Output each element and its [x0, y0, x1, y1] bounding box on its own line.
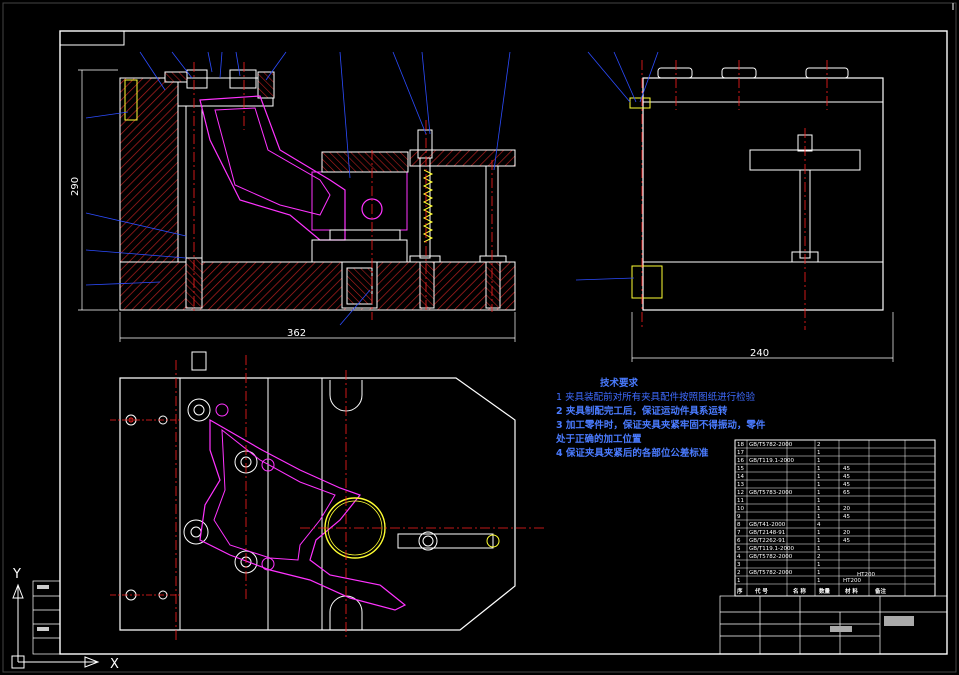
bom-row-no: 8 — [737, 522, 741, 528]
bom-row-material: 65 — [843, 490, 850, 496]
ucs-x-label: X — [110, 657, 119, 672]
bom-row-code: GB/T2148-91 — [749, 530, 785, 536]
dim-side-width: 240 — [750, 348, 769, 359]
bom-header-cell: 材 料 — [845, 587, 858, 595]
bom-header-cell: 序 — [736, 587, 743, 595]
tech-item-1: 1 夹具装配前对所有夹具配件按照图纸进行检验 — [556, 391, 756, 403]
bom-row-code: GB/T41-2000 — [749, 522, 786, 528]
bom-row-qty: 1 — [817, 466, 821, 472]
bom-row-no: 11 — [737, 498, 744, 504]
bom-header-cell: 备注 — [874, 587, 887, 595]
dim-front-width: 362 — [287, 328, 306, 339]
bom-row-material: 45 — [843, 466, 850, 472]
left-strip — [32, 580, 61, 655]
bom-row-material: HT200 — [843, 578, 861, 584]
tech-item-4: 4 保证夹具夹紧后的各部位公差标准 — [556, 447, 709, 459]
bom-row-qty: 1 — [817, 498, 821, 504]
bom-row-material: 45 — [843, 514, 850, 520]
bom-row-qty: 1 — [817, 490, 821, 496]
bom-row-qty: 1 — [817, 538, 821, 544]
bom-row-material: 45 — [843, 474, 850, 480]
bom-header-cell: 数量 — [819, 587, 831, 595]
bom-row-code: GB/T119.1-2000 — [749, 546, 794, 552]
bom-row-no: 18 — [737, 442, 744, 448]
bom-row-code: GB/T5782-2000 — [749, 442, 793, 448]
bom-row-qty: 1 — [817, 450, 821, 456]
bom-row-qty: 2 — [817, 442, 821, 448]
base-plate — [119, 261, 516, 311]
top-view — [110, 351, 545, 640]
bom-row-no: 15 — [737, 466, 744, 472]
bom-row-no: 7 — [737, 530, 741, 536]
bom-row-qty: 1 — [817, 546, 821, 552]
bom-row-material: 20 — [843, 506, 850, 512]
vertical-support — [119, 77, 179, 263]
tech-item-3b: 处于正确的加工位置 — [555, 433, 642, 445]
bom-row-qty: 4 — [817, 522, 821, 528]
bom-row-no: 3 — [737, 562, 741, 568]
bom-row-no: 4 — [737, 554, 741, 560]
bom-row-qty: 1 — [817, 514, 821, 520]
bom-row-code: GB/T119.1-2000 — [749, 458, 794, 464]
bom-row-qty: 1 — [817, 530, 821, 536]
bom-row-qty: 1 — [817, 482, 821, 488]
bom-row-no: 9 — [737, 514, 741, 520]
bom-row-qty: 1 — [817, 474, 821, 480]
bom-row-no: 12 — [737, 490, 744, 496]
bom-row-material: 45 — [843, 538, 850, 544]
bom-row-code: GB/T2262-91 — [749, 538, 785, 544]
ucs-icon: Y X — [11, 567, 119, 672]
ucs-y-label: Y — [12, 567, 21, 582]
title-block — [719, 595, 948, 655]
spring — [422, 169, 434, 243]
tech-title: 技术要求 — [600, 377, 639, 389]
bom-material-note: HT200 — [857, 572, 875, 578]
corner-tab — [59, 30, 125, 46]
bom-table: 18 GB/T5782-2000 217 116 GB/T119.1-2000 115 1 4… — [734, 439, 936, 597]
bom-header-cell: 代 号 — [754, 587, 768, 595]
inner-frame — [59, 30, 948, 655]
bom-header-cell: 名 称 — [793, 587, 806, 595]
bom-row-code: GB/T5783-2000 — [749, 490, 793, 496]
bom-row-material: 20 — [843, 530, 850, 536]
bom-row-code: GB/T5782-2000 — [749, 570, 793, 576]
bom-row-code: GB/T5782-2000 — [749, 554, 793, 560]
tech-item-2: 2 夹具制配完工后，保证运动件具系运转 — [556, 405, 728, 417]
tech-item-3: 3 加工零件时，保证夹具夹紧牢固不得振动，零件 — [556, 419, 766, 431]
bom-row-qty: 1 — [817, 578, 821, 584]
bom-row-qty: 1 — [817, 506, 821, 512]
bom-row-no: 1 — [737, 578, 741, 584]
tech-requirements: 技术要求 1 夹具装配前对所有夹具配件按照图纸进行检验 2 夹具制配完工后，保证… — [555, 377, 766, 459]
front-view — [78, 51, 516, 342]
bom-row-qty: 1 — [817, 570, 821, 576]
side-view — [575, 51, 894, 362]
workpiece-top — [199, 418, 407, 611]
bom-row-no: 6 — [737, 538, 741, 544]
bom-row-qty: 1 — [817, 458, 821, 464]
dim-front-height: 290 — [70, 177, 81, 196]
cad-drawing: 362 290 240 技术要求 1 夹具装配前对所有夹具配件按照图纸进行检验 … — [2, 2, 957, 673]
bom-row-no: 16 — [737, 458, 744, 464]
bom-row-no: 2 — [737, 570, 741, 576]
bom-row-qty: 2 — [817, 554, 821, 560]
bom-row-no: 17 — [737, 450, 744, 456]
bom-row-qty: 1 — [817, 562, 821, 568]
bom-row-no: 5 — [737, 546, 741, 552]
bom-row-no: 13 — [737, 482, 744, 488]
bom-row-no: 14 — [737, 474, 744, 480]
bom-row-material: 45 — [843, 482, 850, 488]
bom-row-no: 10 — [737, 506, 744, 512]
